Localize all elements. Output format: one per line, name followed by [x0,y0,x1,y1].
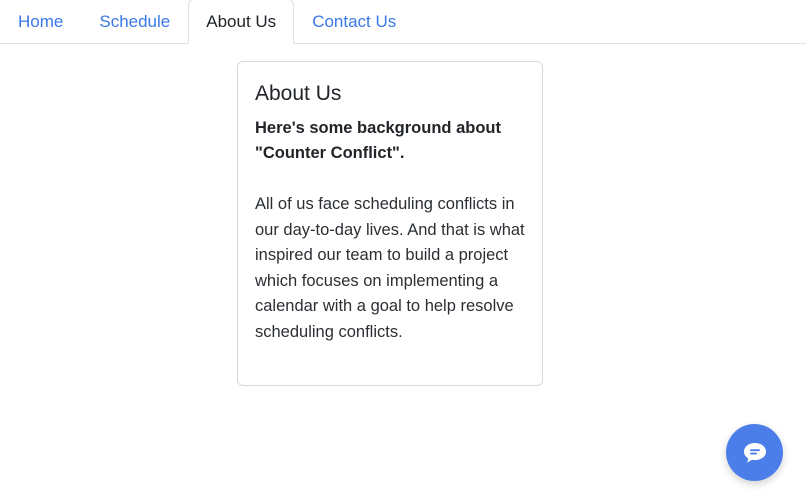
tab-home[interactable]: Home [0,0,81,44]
tab-schedule[interactable]: Schedule [81,0,188,44]
tab-about-us[interactable]: About Us [188,0,295,44]
chat-bubble-icon [743,442,766,463]
tab-contact-us[interactable]: Contact Us [294,0,414,44]
card-subtitle: Here's some background about "Counter Co… [255,119,501,162]
nav-tabs: Home Schedule About Us Contact Us [0,0,806,44]
about-card: About Us Here's some background about "C… [237,61,543,386]
card-title: About Us [255,82,342,105]
card-body-text: All of us face scheduling conflicts in o… [255,195,525,341]
chat-button[interactable] [726,424,783,481]
